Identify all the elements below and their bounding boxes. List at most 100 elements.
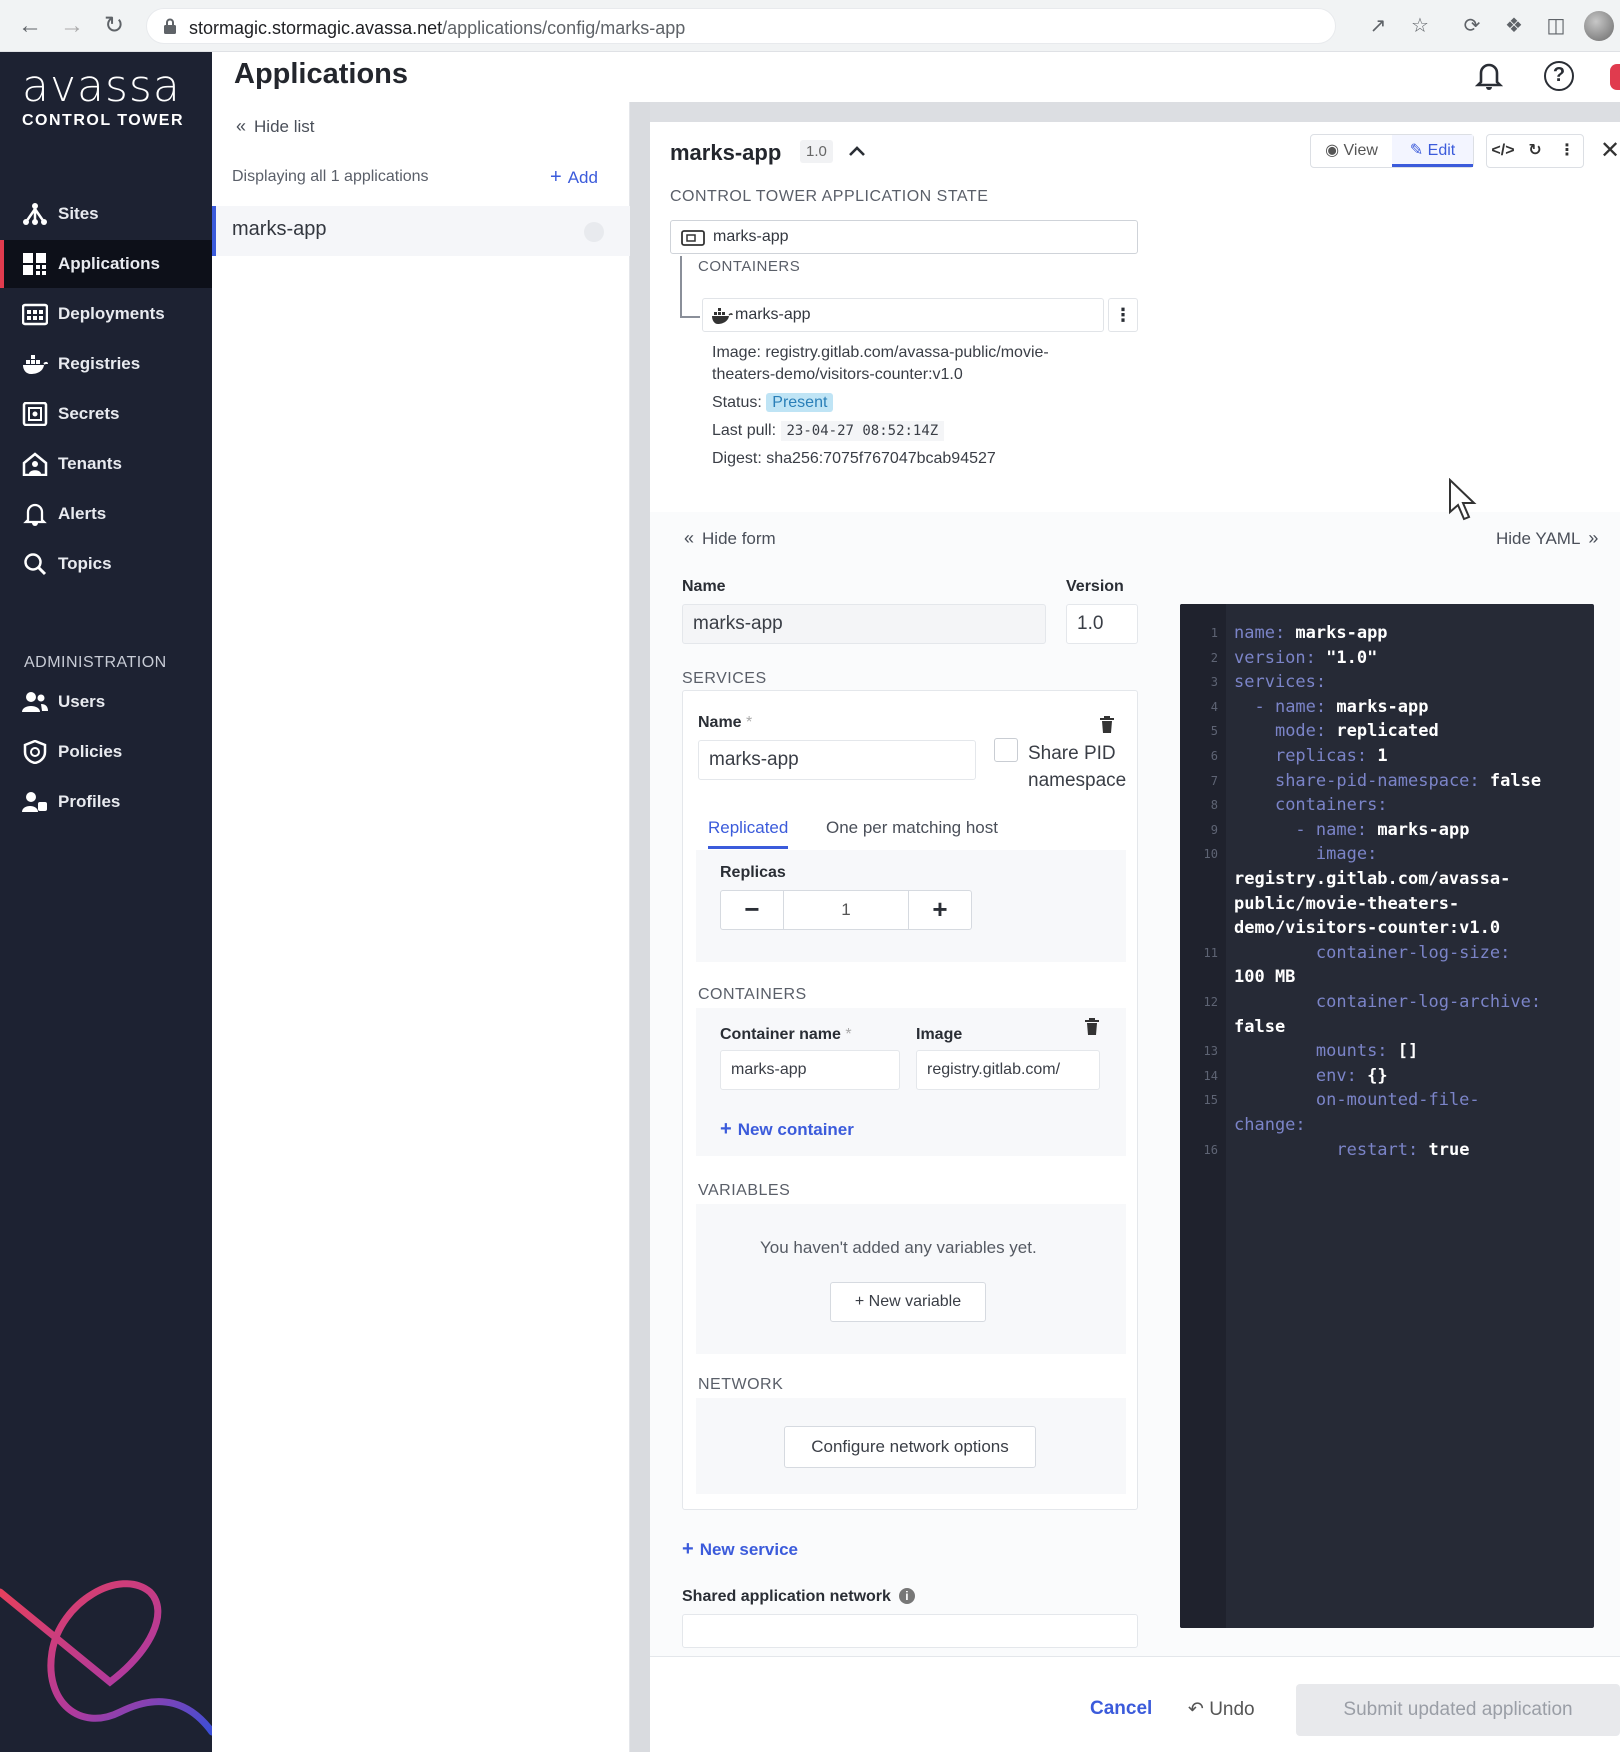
sync-icon[interactable]: ⟳	[1458, 12, 1486, 40]
sidebar-item-users[interactable]: Users	[0, 678, 212, 726]
replicas-value[interactable]: 1	[783, 891, 909, 929]
hide-yaml-button[interactable]: Hide YAML »	[1496, 528, 1598, 549]
yaml-line: 9 - name: marks-app	[1180, 817, 1594, 844]
increment-plus-icon[interactable]: +	[909, 891, 971, 929]
more-options-icon[interactable]: ⋮	[1551, 135, 1583, 167]
state-container-box[interactable]: marks-app	[702, 298, 1104, 332]
tree-connector	[680, 256, 700, 318]
share-icon[interactable]: ↗	[1364, 12, 1392, 40]
sidebar-item-secrets[interactable]: Secrets	[0, 390, 212, 438]
application-state-card: marks-app 1.0 ◉ View ✎ Edit </> ↻ ⋮ ✕ CO…	[650, 122, 1620, 512]
sidebar-item-registries[interactable]: Registries	[0, 340, 212, 388]
sidebar-item-sites[interactable]: Sites	[0, 190, 212, 238]
info-icon[interactable]: i	[898, 1588, 915, 1604]
view-button[interactable]: ◉ View	[1311, 135, 1392, 167]
yaml-value: marks-app	[1326, 696, 1429, 717]
yaml-code: public/movie-theaters-	[1234, 891, 1459, 918]
yaml-line: public/movie-theaters-	[1180, 891, 1594, 918]
address-bar[interactable]: stormagic.stormagic.avassa.net/applicati…	[146, 8, 1336, 44]
brand-logo[interactable]: avassa CONTROL TOWER	[22, 62, 184, 130]
sidebar-item-alerts[interactable]: Alerts	[0, 490, 212, 538]
sidebar-item-label: Policies	[58, 742, 123, 761]
configure-network-button[interactable]: Configure network options	[784, 1426, 1036, 1468]
yaml-line: 15 on-mounted-file-	[1180, 1087, 1594, 1114]
version-input[interactable]: 1.0	[1066, 604, 1138, 644]
mouse-cursor-icon	[1449, 478, 1477, 521]
tab-replicated[interactable]: Replicated	[708, 818, 789, 849]
sidebar-item-applications[interactable]: Applications	[0, 240, 212, 288]
sidebar: avassa CONTROL TOWER Sites Applications …	[0, 52, 212, 1752]
help-icon[interactable]: ?	[1544, 61, 1574, 91]
undo-button[interactable]: ↶ Undo	[1188, 1698, 1255, 1721]
yaml-code: name: marks-app	[1234, 620, 1388, 647]
container-last-pull: Last pull: 23-04-27 08:52:14Z	[712, 421, 945, 441]
add-label: Add	[567, 168, 598, 187]
extensions-icon[interactable]: ❖	[1500, 12, 1528, 40]
submit-updated-application-button[interactable]: Submit updated application	[1296, 1684, 1620, 1736]
add-application-button[interactable]: + Add	[550, 166, 598, 189]
container-menu-icon[interactable]: ⋮	[1108, 298, 1138, 332]
forward-arrow-icon[interactable]: →	[58, 12, 86, 40]
yaml-line-number: 1	[1210, 626, 1218, 640]
new-service-button[interactable]: + New service	[682, 1538, 798, 1561]
yaml-value: false	[1479, 770, 1542, 791]
yaml-line-number: 8	[1210, 798, 1218, 813]
yaml-editor[interactable]: 1 name: marks-app 2 version: "1.0" 3 services…	[1180, 604, 1594, 1628]
delete-service-trash-icon[interactable]	[1099, 716, 1115, 734]
sidebar-item-label: Topics	[58, 554, 112, 573]
topics-icon	[24, 553, 47, 576]
application-box-icon	[681, 230, 705, 246]
sidebar-item-deployments[interactable]: Deployments	[0, 290, 212, 338]
code-icon[interactable]: </>	[1487, 135, 1519, 167]
state-app-box[interactable]: marks-app	[670, 220, 1138, 254]
version-badge: 1.0	[800, 140, 833, 163]
yaml-value: "1.0"	[1315, 647, 1378, 668]
shared-network-label-text: Shared application network	[682, 1588, 891, 1605]
container-image-input[interactable]: registry.gitlab.com/	[916, 1050, 1100, 1090]
chevron-up-icon[interactable]	[846, 140, 868, 162]
edit-button[interactable]: ✎ Edit	[1392, 135, 1473, 167]
sidepanel-icon[interactable]: ◫	[1542, 12, 1570, 40]
cancel-button[interactable]: Cancel	[1090, 1698, 1152, 1720]
share-pid-checkbox[interactable]	[994, 738, 1018, 762]
yaml-code: env: {}	[1234, 1063, 1388, 1090]
service-name-input[interactable]: marks-app	[698, 740, 976, 780]
yaml-value: true	[1418, 1139, 1470, 1160]
list-item-name: marks-app	[232, 218, 327, 240]
decrement-minus-icon[interactable]: −	[721, 891, 783, 929]
yaml-code: image:	[1234, 841, 1377, 868]
delete-container-trash-icon[interactable]	[1084, 1018, 1100, 1036]
refresh-icon[interactable]: ↻	[1519, 135, 1551, 167]
back-arrow-icon[interactable]: ←	[16, 12, 44, 40]
application-name-input[interactable]: marks-app	[682, 604, 1046, 644]
hide-list-button[interactable]: « Hide list	[236, 116, 314, 137]
tab-one-per-matching-host[interactable]: One per matching host	[826, 818, 998, 838]
new-container-button[interactable]: + New container	[720, 1118, 854, 1141]
hide-form-button[interactable]: « Hide form	[684, 528, 776, 549]
last-pull-label: Last pull:	[712, 422, 777, 439]
star-icon[interactable]: ☆	[1406, 12, 1434, 40]
notifications-bell-icon[interactable]	[1474, 60, 1504, 92]
sidebar-item-tenants[interactable]: Tenants	[0, 440, 212, 488]
container-name-input[interactable]: marks-app	[720, 1050, 900, 1090]
status-label: Status:	[712, 394, 762, 411]
sidebar-item-policies[interactable]: Policies	[0, 728, 212, 776]
share-pid-line-1: Share PID	[1028, 743, 1116, 764]
admin-heading: ADMINISTRATION	[24, 654, 167, 671]
sidebar-item-profiles[interactable]: Profiles	[0, 778, 212, 826]
sidebar-item-topics[interactable]: Topics	[0, 540, 212, 588]
close-icon[interactable]: ✕	[1600, 136, 1620, 165]
decorative-swirl-graphic	[0, 1580, 212, 1736]
variables-empty-text: You haven't added any variables yet.	[760, 1238, 1037, 1257]
profile-avatar[interactable]	[1584, 11, 1614, 41]
detail-app-name: marks-app	[670, 140, 782, 165]
docker-whale-icon	[712, 308, 733, 324]
yaml-line: 16 restart: true	[1180, 1137, 1594, 1164]
new-variable-button[interactable]: + New variable	[830, 1282, 986, 1322]
yaml-line: 1 name: marks-app	[1180, 620, 1594, 647]
reload-icon[interactable]: ↻	[100, 12, 128, 40]
yaml-line-number: 4	[1210, 699, 1218, 714]
list-item[interactable]: marks-app	[212, 206, 630, 256]
yaml-line-number: 11	[1203, 945, 1218, 960]
shared-network-input[interactable]	[682, 1614, 1138, 1648]
